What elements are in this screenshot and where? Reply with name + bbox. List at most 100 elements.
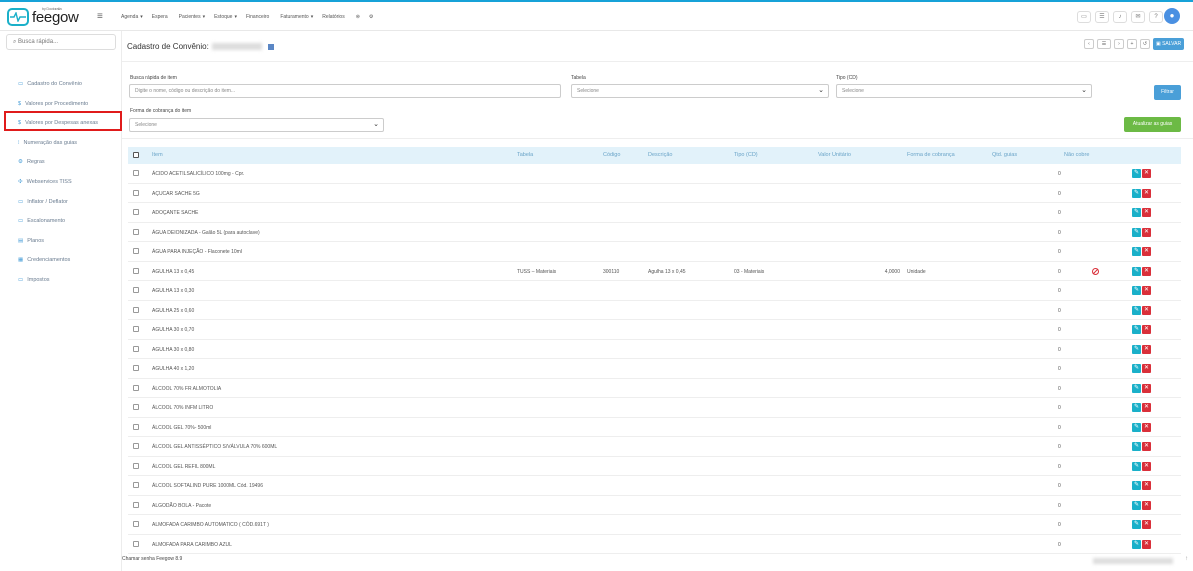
- prev-button[interactable]: ‹: [1084, 39, 1094, 49]
- sidebar-item[interactable]: ✣ Webservices TISS: [18, 179, 72, 185]
- row-checkbox[interactable]: [133, 209, 139, 215]
- edit-icon[interactable]: ✎: [1132, 520, 1141, 529]
- add-button[interactable]: +: [1127, 39, 1137, 49]
- edit-icon[interactable]: ✎: [1132, 266, 1141, 276]
- delete-icon[interactable]: ✕: [1142, 442, 1151, 451]
- sidebar-item[interactable]: ▭ Impostos: [18, 277, 50, 283]
- nav-item[interactable]: Estoque ▾: [214, 14, 237, 20]
- row-checkbox[interactable]: [133, 384, 139, 391]
- help-icon[interactable]: ?: [1149, 11, 1163, 23]
- delete-icon[interactable]: ✕: [1142, 539, 1151, 549]
- row-checkbox[interactable]: [133, 189, 139, 196]
- nav-item[interactable]: Espera: [152, 14, 170, 20]
- forma-select[interactable]: Selecione ⌄: [129, 118, 384, 132]
- row-checkbox[interactable]: [133, 267, 139, 274]
- edit-icon[interactable]: ✎: [1132, 442, 1141, 451]
- row-checkbox[interactable]: [133, 228, 139, 235]
- sidebar-item[interactable]: $ Valores por Despesas anexas: [18, 120, 98, 126]
- edit-icon[interactable]: ✎: [1132, 403, 1141, 412]
- row-checkbox[interactable]: [133, 287, 139, 293]
- edit-icon[interactable]: ✎: [1132, 286, 1141, 295]
- nav-item[interactable]: Faturamento ▾: [280, 14, 313, 20]
- edit-icon[interactable]: ✎: [1132, 305, 1141, 315]
- edit-icon[interactable]: ✎: [1132, 247, 1141, 256]
- delete-icon[interactable]: ✕: [1142, 344, 1151, 354]
- row-checkbox[interactable]: [133, 365, 139, 371]
- search-input[interactable]: ⌕ Busca rápida...: [6, 34, 116, 50]
- delete-icon[interactable]: ✕: [1142, 461, 1151, 471]
- delete-icon[interactable]: ✕: [1142, 520, 1151, 529]
- sidebar-item[interactable]: ▭ Cadastro do Convênio: [18, 81, 82, 87]
- edit-icon[interactable]: ✎: [1132, 364, 1141, 373]
- delete-icon[interactable]: ✕: [1142, 266, 1151, 276]
- delete-icon[interactable]: ✕: [1142, 383, 1151, 393]
- list-icon[interactable]: ☰: [1095, 11, 1109, 23]
- row-checkbox[interactable]: [133, 540, 139, 547]
- scroll-top-icon[interactable]: ↑: [1185, 556, 1188, 562]
- edit-icon[interactable]: ✎: [1132, 208, 1141, 217]
- delete-icon[interactable]: ✕: [1142, 169, 1151, 178]
- row-checkbox[interactable]: [133, 482, 139, 488]
- edit-icon[interactable]: ✎: [1132, 344, 1141, 354]
- edit-icon[interactable]: ✎: [1132, 188, 1141, 198]
- delete-icon[interactable]: ✕: [1142, 188, 1151, 198]
- row-checkbox[interactable]: [133, 170, 139, 176]
- sidebar-item[interactable]: $ Valores por Procedimento: [18, 101, 88, 107]
- edit-icon[interactable]: ✎: [1132, 422, 1141, 432]
- nav-item[interactable]: Pacientes ▾: [179, 14, 205, 20]
- delete-icon[interactable]: ✕: [1142, 325, 1151, 334]
- bell-icon[interactable]: ♪: [1113, 11, 1127, 23]
- no-cover-icon[interactable]: [1092, 267, 1099, 275]
- tabela-select[interactable]: Selecione ⌄: [571, 84, 829, 98]
- row-checkbox[interactable]: [133, 404, 139, 410]
- apps-icon[interactable]: ⊜: [356, 14, 360, 20]
- delete-icon[interactable]: ✕: [1142, 286, 1151, 295]
- row-checkbox[interactable]: [133, 326, 139, 332]
- row-checkbox[interactable]: [133, 443, 139, 449]
- filtrar-button[interactable]: Filtrar: [1154, 85, 1181, 100]
- save-button[interactable]: ▣ SALVAR: [1153, 38, 1184, 50]
- nav-item[interactable]: Relatórios: [322, 14, 347, 20]
- edit-icon[interactable]: ✎: [1132, 461, 1141, 471]
- delete-icon[interactable]: ✕: [1142, 208, 1151, 217]
- history-button[interactable]: ↺: [1140, 39, 1150, 49]
- message-icon[interactable]: ✉: [1131, 11, 1145, 23]
- menu-toggle-icon[interactable]: ≡: [97, 11, 103, 22]
- settings-icon[interactable]: ⚙: [369, 14, 373, 20]
- nav-item[interactable]: Agenda ▾: [121, 14, 143, 20]
- edit-icon[interactable]: ✎: [1132, 227, 1141, 237]
- select-all-checkbox[interactable]: [133, 152, 139, 158]
- chat-icon[interactable]: ▭: [1077, 11, 1091, 23]
- atualizar-guias-button[interactable]: Atualizar as guias: [1124, 117, 1181, 132]
- delete-icon[interactable]: ✕: [1142, 305, 1151, 315]
- row-checkbox[interactable]: [133, 306, 139, 313]
- delete-icon[interactable]: ✕: [1142, 403, 1151, 412]
- user-avatar[interactable]: ●: [1164, 8, 1180, 24]
- delete-icon[interactable]: ✕: [1142, 227, 1151, 237]
- busca-input[interactable]: Digite o nome, código ou descrição do it…: [129, 84, 561, 98]
- sidebar-item[interactable]: ▭ Inflator / Deflator: [18, 199, 68, 205]
- next-button[interactable]: ›: [1114, 39, 1124, 49]
- row-checkbox[interactable]: [133, 521, 139, 527]
- row-checkbox[interactable]: [133, 423, 139, 430]
- delete-icon[interactable]: ✕: [1142, 247, 1151, 256]
- sidebar-item[interactable]: ⁞ Numeração das guias: [18, 140, 77, 146]
- delete-icon[interactable]: ✕: [1142, 422, 1151, 432]
- delete-icon[interactable]: ✕: [1142, 364, 1151, 373]
- delete-icon[interactable]: ✕: [1142, 481, 1151, 490]
- row-checkbox[interactable]: [133, 501, 139, 508]
- row-checkbox[interactable]: [133, 248, 139, 254]
- edit-icon[interactable]: ✎: [1132, 169, 1141, 178]
- sidebar-item[interactable]: ▭ Escalonamento: [18, 218, 65, 224]
- sidebar-item[interactable]: ▤ Planos: [18, 238, 44, 244]
- tipo-select[interactable]: Selecione ⌄: [836, 84, 1092, 98]
- nav-item[interactable]: Financeiro: [246, 14, 271, 20]
- edit-icon[interactable]: ✎: [1132, 481, 1141, 490]
- edit-icon[interactable]: ✎: [1132, 325, 1141, 334]
- sidebar-item[interactable]: ▦ Credenciamentos: [18, 257, 70, 263]
- row-checkbox[interactable]: [133, 345, 139, 352]
- row-checkbox[interactable]: [133, 462, 139, 469]
- edit-icon[interactable]: ✎: [1132, 500, 1141, 510]
- edit-icon[interactable]: ✎: [1132, 383, 1141, 393]
- list-button[interactable]: ☰: [1097, 39, 1111, 49]
